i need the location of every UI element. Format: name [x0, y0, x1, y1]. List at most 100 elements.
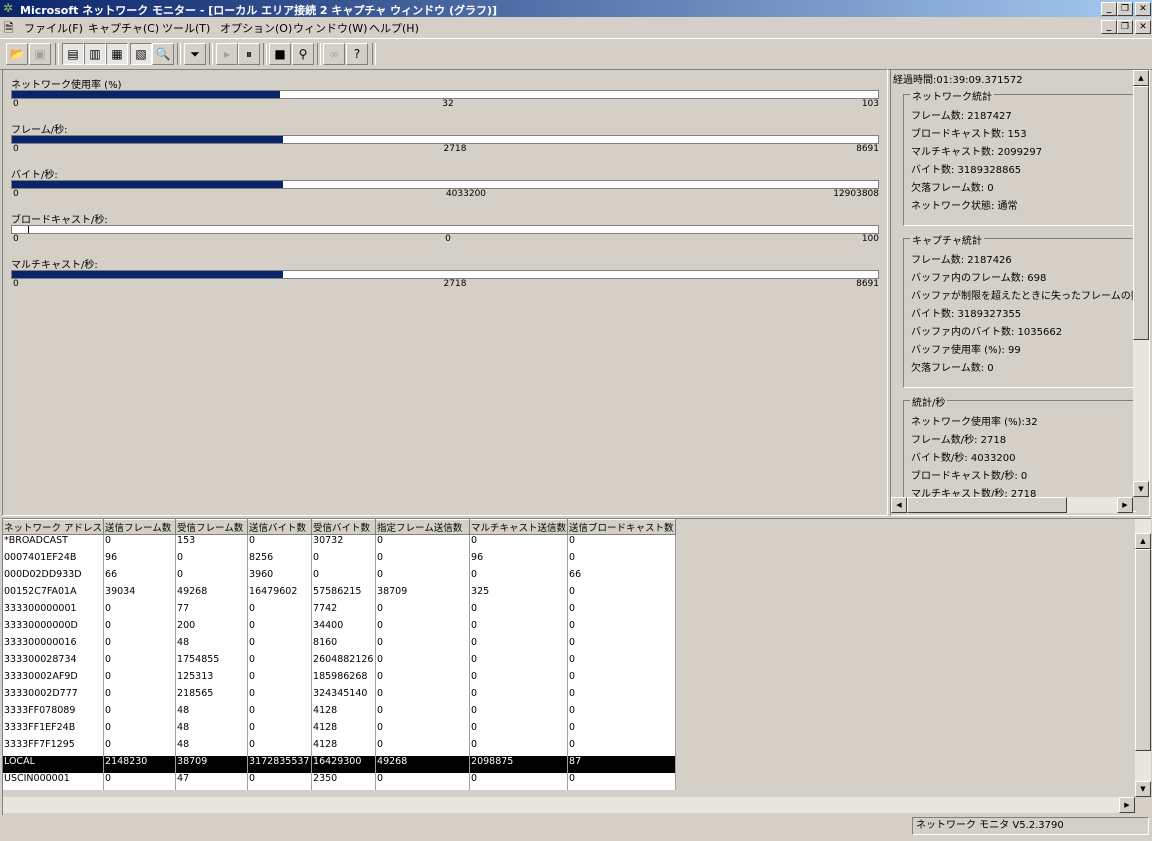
table-cell: 0 — [375, 705, 471, 722]
table-cell: 30732 — [311, 534, 377, 552]
child-close-button[interactable]: ✕ — [1135, 20, 1151, 34]
table-cell: 57586215 — [311, 586, 377, 603]
stop-icon[interactable]: ■ — [269, 43, 291, 65]
gauge-max: 12903808 — [833, 189, 879, 199]
toggle-station-stats-icon[interactable]: ▧ — [130, 43, 152, 65]
table-cell: 0007401EF24B — [3, 552, 105, 569]
gauge-fill — [12, 181, 284, 188]
table-cell: 2148230 — [103, 756, 177, 773]
table-row[interactable]: 333300028734 0 1754855 0 2604882126 0 0 0 — [3, 654, 676, 671]
scroll-down-icon[interactable]: ▼ — [1135, 781, 1151, 797]
start-icon[interactable]: ▸ — [216, 43, 238, 65]
title-bar[interactable]: ✲ Microsoft ネットワーク モニター - [ローカル エリア接続 2 … — [0, 0, 1152, 17]
app-icon[interactable]: ✲ — [3, 2, 16, 15]
table-row[interactable]: LOCAL 2148230 38709 3172835537 16429300 49268… — [3, 756, 676, 773]
scroll-thumb[interactable] — [1135, 549, 1151, 751]
table-row[interactable]: USCIN000001 0 47 0 2350 0 0 0 — [3, 773, 676, 790]
menu-options[interactable]: オプション(O) — [220, 20, 292, 36]
column-header[interactable]: 送信バイト数 — [247, 519, 313, 535]
table-row[interactable]: 333300000001 0 77 0 7742 0 0 0 — [3, 603, 676, 620]
column-header[interactable]: ネットワーク アドレス — [3, 519, 105, 535]
gauge-fill — [28, 226, 29, 233]
table-cell: 0 — [103, 705, 177, 722]
table-row[interactable]: 3333FF7F1295 0 48 0 4128 0 0 0 — [3, 739, 676, 756]
toolbar-separator — [209, 43, 213, 65]
menu-capture[interactable]: キャプチャ(C) — [88, 20, 159, 36]
table-cell: 0 — [469, 705, 569, 722]
child-restore-button[interactable]: ❐ — [1117, 20, 1133, 34]
table-cell: 66 — [103, 569, 177, 586]
help-icon[interactable]: ? — [346, 43, 368, 65]
table-cell: 0 — [375, 688, 471, 705]
table-row[interactable]: 00152C7FA01A 39034 49268 16479602 57586215 38… — [3, 586, 676, 603]
restore-button[interactable]: ❐ — [1117, 2, 1133, 16]
menu-help[interactable]: ヘルプ(H) — [369, 20, 419, 36]
column-header[interactable]: 受信フレーム数 — [175, 519, 249, 535]
station-stats-table: ネットワーク アドレス 送信フレーム数 受信フレーム数 送信バイト数 受信バイト数 指定フ… — [3, 519, 676, 790]
table-cell: 0 — [469, 637, 569, 654]
table-row[interactable]: 000D02DD933D 66 0 3960 0 0 0 66 — [3, 569, 676, 586]
gauge-min: 0 — [13, 189, 19, 199]
table-row[interactable]: 333300000016 0 48 0 8160 0 0 0 — [3, 637, 676, 654]
scroll-thumb[interactable] — [907, 497, 1067, 513]
table-cell: 0 — [247, 603, 313, 620]
column-header[interactable]: 指定フレーム送信数 — [375, 519, 471, 535]
menu-file[interactable]: ファイル(F) — [24, 20, 83, 36]
scroll-up-icon[interactable]: ▲ — [1135, 533, 1151, 549]
column-header[interactable]: 受信バイト数 — [311, 519, 377, 535]
table-row[interactable]: 33330000000D 0 200 0 34400 0 0 0 — [3, 620, 676, 637]
column-header[interactable]: 送信フレーム数 — [103, 519, 177, 535]
minimize-button[interactable]: _ — [1101, 2, 1117, 16]
table-row[interactable]: 33330002AF9D 0 125313 0 185986268 0 0 0 — [3, 671, 676, 688]
table-row[interactable]: 0007401EF24B 96 0 8256 0 0 96 0 — [3, 552, 676, 569]
gauge-label: バイト/秒: — [11, 170, 58, 181]
toggle-total-stats-icon[interactable]: ▦ — [106, 43, 128, 65]
table-row[interactable]: 3333FF078089 0 48 0 4128 0 0 0 — [3, 705, 676, 722]
table-cell: 0 — [103, 534, 177, 552]
table-cell: 3960 — [247, 569, 313, 586]
pause-icon[interactable]: ⏸ — [238, 43, 260, 65]
view-icon[interactable]: ∞ — [323, 43, 345, 65]
table-row[interactable]: *BROADCAST 0 153 0 30732 0 0 0 — [3, 534, 676, 552]
table-row[interactable]: 3333FF1EF24B 0 48 0 4128 0 0 0 — [3, 722, 676, 739]
toggle-graph-pane-icon[interactable]: ▤ — [62, 43, 84, 65]
table-row[interactable]: 33330002D777 0 218565 0 324345140 0 0 0 — [3, 688, 676, 705]
gauge-min: 0 — [13, 279, 19, 289]
open-icon[interactable]: 📂 — [6, 43, 28, 65]
table-vertical-scrollbar[interactable]: ▲ ▼ — [1135, 519, 1151, 797]
filter-icon[interactable]: ⏷ — [184, 43, 206, 65]
stats-vertical-scrollbar[interactable]: ▲ ▼ — [1133, 70, 1149, 497]
stats-horizontal-scrollbar[interactable]: ◀ ▶ — [891, 497, 1133, 513]
column-header[interactable]: マルチキャスト送信数 — [469, 519, 569, 535]
scroll-up-icon[interactable]: ▲ — [1133, 70, 1149, 86]
toggle-session-pane-icon[interactable]: ▥ — [84, 43, 106, 65]
document-icon[interactable]: 🗎 — [4, 19, 18, 35]
scroll-right-icon[interactable]: ▶ — [1119, 797, 1135, 813]
table-cell: 0 — [375, 671, 471, 688]
stat-row: バッファ内のバイト数: 1035662 — [911, 327, 1063, 338]
scroll-right-icon[interactable]: ▶ — [1117, 497, 1133, 513]
table-cell: 2350 — [311, 773, 377, 790]
table-cell: 0 — [567, 688, 676, 705]
table-cell: 0 — [567, 620, 676, 637]
scroll-left-icon[interactable]: ◀ — [891, 497, 907, 513]
table-cell: 33330002D777 — [3, 688, 105, 705]
scroll-thumb[interactable] — [1133, 86, 1149, 340]
table-cell: 0 — [567, 705, 676, 722]
stop-and-view-icon[interactable]: ⚲ — [292, 43, 314, 65]
menu-window[interactable]: ウィンドウ(W) — [293, 20, 367, 36]
table-cell: 48 — [175, 722, 249, 739]
close-button[interactable]: ✕ — [1135, 2, 1151, 16]
table-cell: 0 — [375, 654, 471, 671]
scroll-down-icon[interactable]: ▼ — [1133, 481, 1149, 497]
child-minimize-button[interactable]: _ — [1101, 20, 1117, 34]
table-cell: 66 — [567, 569, 676, 586]
menu-tools[interactable]: ツール(T) — [162, 20, 210, 36]
column-header[interactable]: 送信ブロードキャスト数 — [567, 519, 676, 535]
table-horizontal-scrollbar[interactable]: ▶ — [3, 797, 1135, 813]
table-cell: 0 — [247, 637, 313, 654]
stat-row: バッファ内のフレーム数: 698 — [911, 273, 1047, 284]
gauge-fill — [12, 271, 284, 278]
save-icon[interactable]: ▣ — [29, 43, 51, 65]
find-icon[interactable]: 🔍 — [152, 43, 174, 65]
